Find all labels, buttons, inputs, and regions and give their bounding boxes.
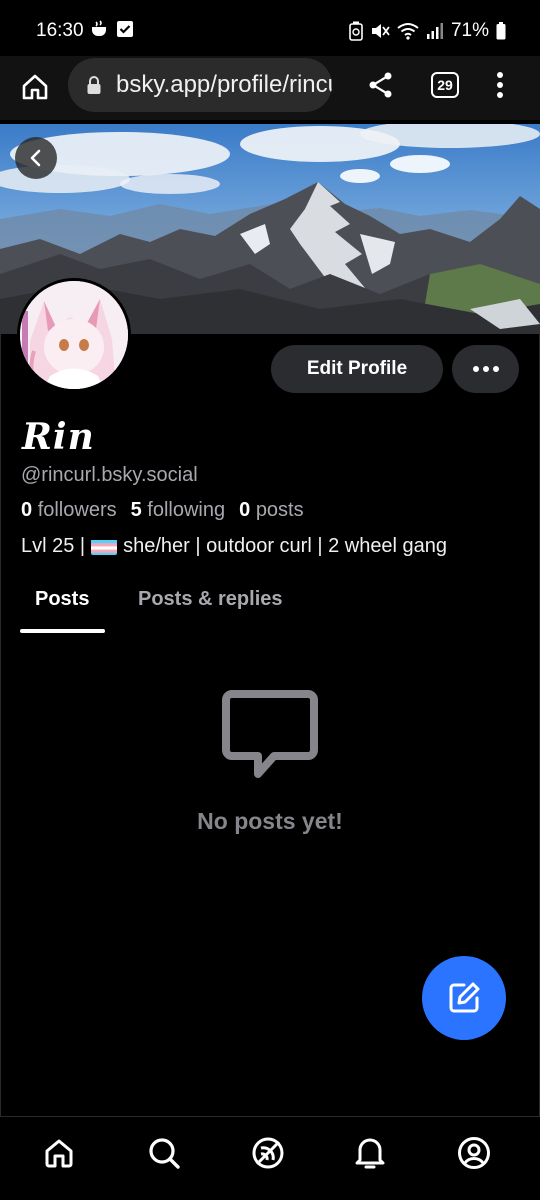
cup-icon [92, 20, 106, 36]
wifi-icon [397, 23, 419, 40]
posts-count: 0 [239, 499, 251, 521]
nav-search[interactable] [146, 1135, 182, 1171]
compose-post-button[interactable] [422, 956, 506, 1040]
profile-tabs: Posts Posts & replies [0, 580, 540, 634]
share-button[interactable] [366, 70, 396, 100]
edit-profile-button[interactable]: Edit Profile [271, 345, 443, 393]
more-dot [492, 366, 499, 372]
following-count: 5 [130, 499, 142, 521]
status-right-icons: 71% [349, 20, 506, 42]
profile-handle: @rincurl.bsky.social [21, 464, 198, 486]
nav-feeds[interactable] [250, 1135, 286, 1171]
browser-menu-button[interactable] [490, 70, 510, 100]
browser-toolbar: bsky.app/profile/rincurl.bsky.social 29 [0, 56, 540, 120]
share-icon [369, 72, 392, 98]
more-options-button[interactable] [452, 345, 519, 393]
signal-icon [426, 23, 443, 39]
nav-profile[interactable] [456, 1135, 492, 1171]
back-button[interactable] [15, 137, 57, 179]
bottom-navigation [0, 1116, 540, 1200]
status-notification-icons [90, 20, 134, 38]
posts-label: posts [255, 499, 304, 521]
posts-stat: 0 posts [239, 499, 304, 522]
house-icon [22, 74, 48, 100]
menu-dot [497, 72, 503, 78]
compose-icon [449, 982, 480, 1013]
followers-count: 0 [21, 499, 33, 521]
home-button[interactable] [18, 70, 52, 104]
nav-notifications[interactable] [352, 1135, 388, 1171]
transgender-flag-emoji [91, 539, 118, 555]
profile-icon [458, 1137, 490, 1169]
nav-home[interactable] [41, 1135, 77, 1171]
followers-stat[interactable]: 0 followers [21, 499, 117, 522]
more-dot [472, 366, 479, 372]
address-bar[interactable]: bsky.app/profile/rincurl.bsky.social [68, 58, 332, 112]
following-stat[interactable]: 5 following [131, 499, 226, 522]
display-name: Rin [22, 416, 95, 458]
menu-dot [497, 92, 503, 98]
battery-saver-icon [349, 21, 363, 41]
battery-percent: 71% [450, 20, 489, 41]
active-tab-indicator [20, 629, 105, 633]
profile-bio: Lvl 25 | she/her | outdoor curl | 2 whee… [21, 535, 447, 558]
mute-icon [371, 24, 390, 38]
checkbox-icon [117, 21, 133, 37]
tab-posts[interactable]: Posts [35, 588, 89, 611]
more-dot [482, 366, 489, 372]
battery-icon [496, 22, 506, 40]
status-time: 16:30 [36, 20, 84, 41]
following-label: following [147, 499, 226, 521]
lock-icon [86, 75, 102, 95]
empty-state-message: No posts yet! [197, 808, 343, 834]
avatar[interactable] [17, 278, 131, 392]
avatar-image [20, 281, 128, 389]
tab-posts-and-replies[interactable]: Posts & replies [138, 588, 283, 611]
search-icon [149, 1138, 180, 1169]
status-bar: 16:30 71% [0, 0, 540, 60]
tab-switcher-button[interactable]: 29 [431, 72, 459, 98]
url-text: bsky.app/profile/rincurl.bsky.social [116, 71, 332, 98]
message-square-icon [222, 688, 318, 782]
bio-prefix: Lvl 25 | [21, 535, 86, 557]
profile-stats: 0 followers 5 following 0 posts [21, 499, 318, 522]
home-icon [45, 1139, 73, 1168]
chevron-left-icon [30, 149, 41, 167]
notifications-icon [355, 1138, 385, 1169]
followers-label: followers [37, 499, 117, 521]
feeds-icon [252, 1137, 284, 1169]
menu-dot [497, 82, 503, 88]
bio-text: she/her | outdoor curl | 2 wheel gang [123, 535, 448, 557]
